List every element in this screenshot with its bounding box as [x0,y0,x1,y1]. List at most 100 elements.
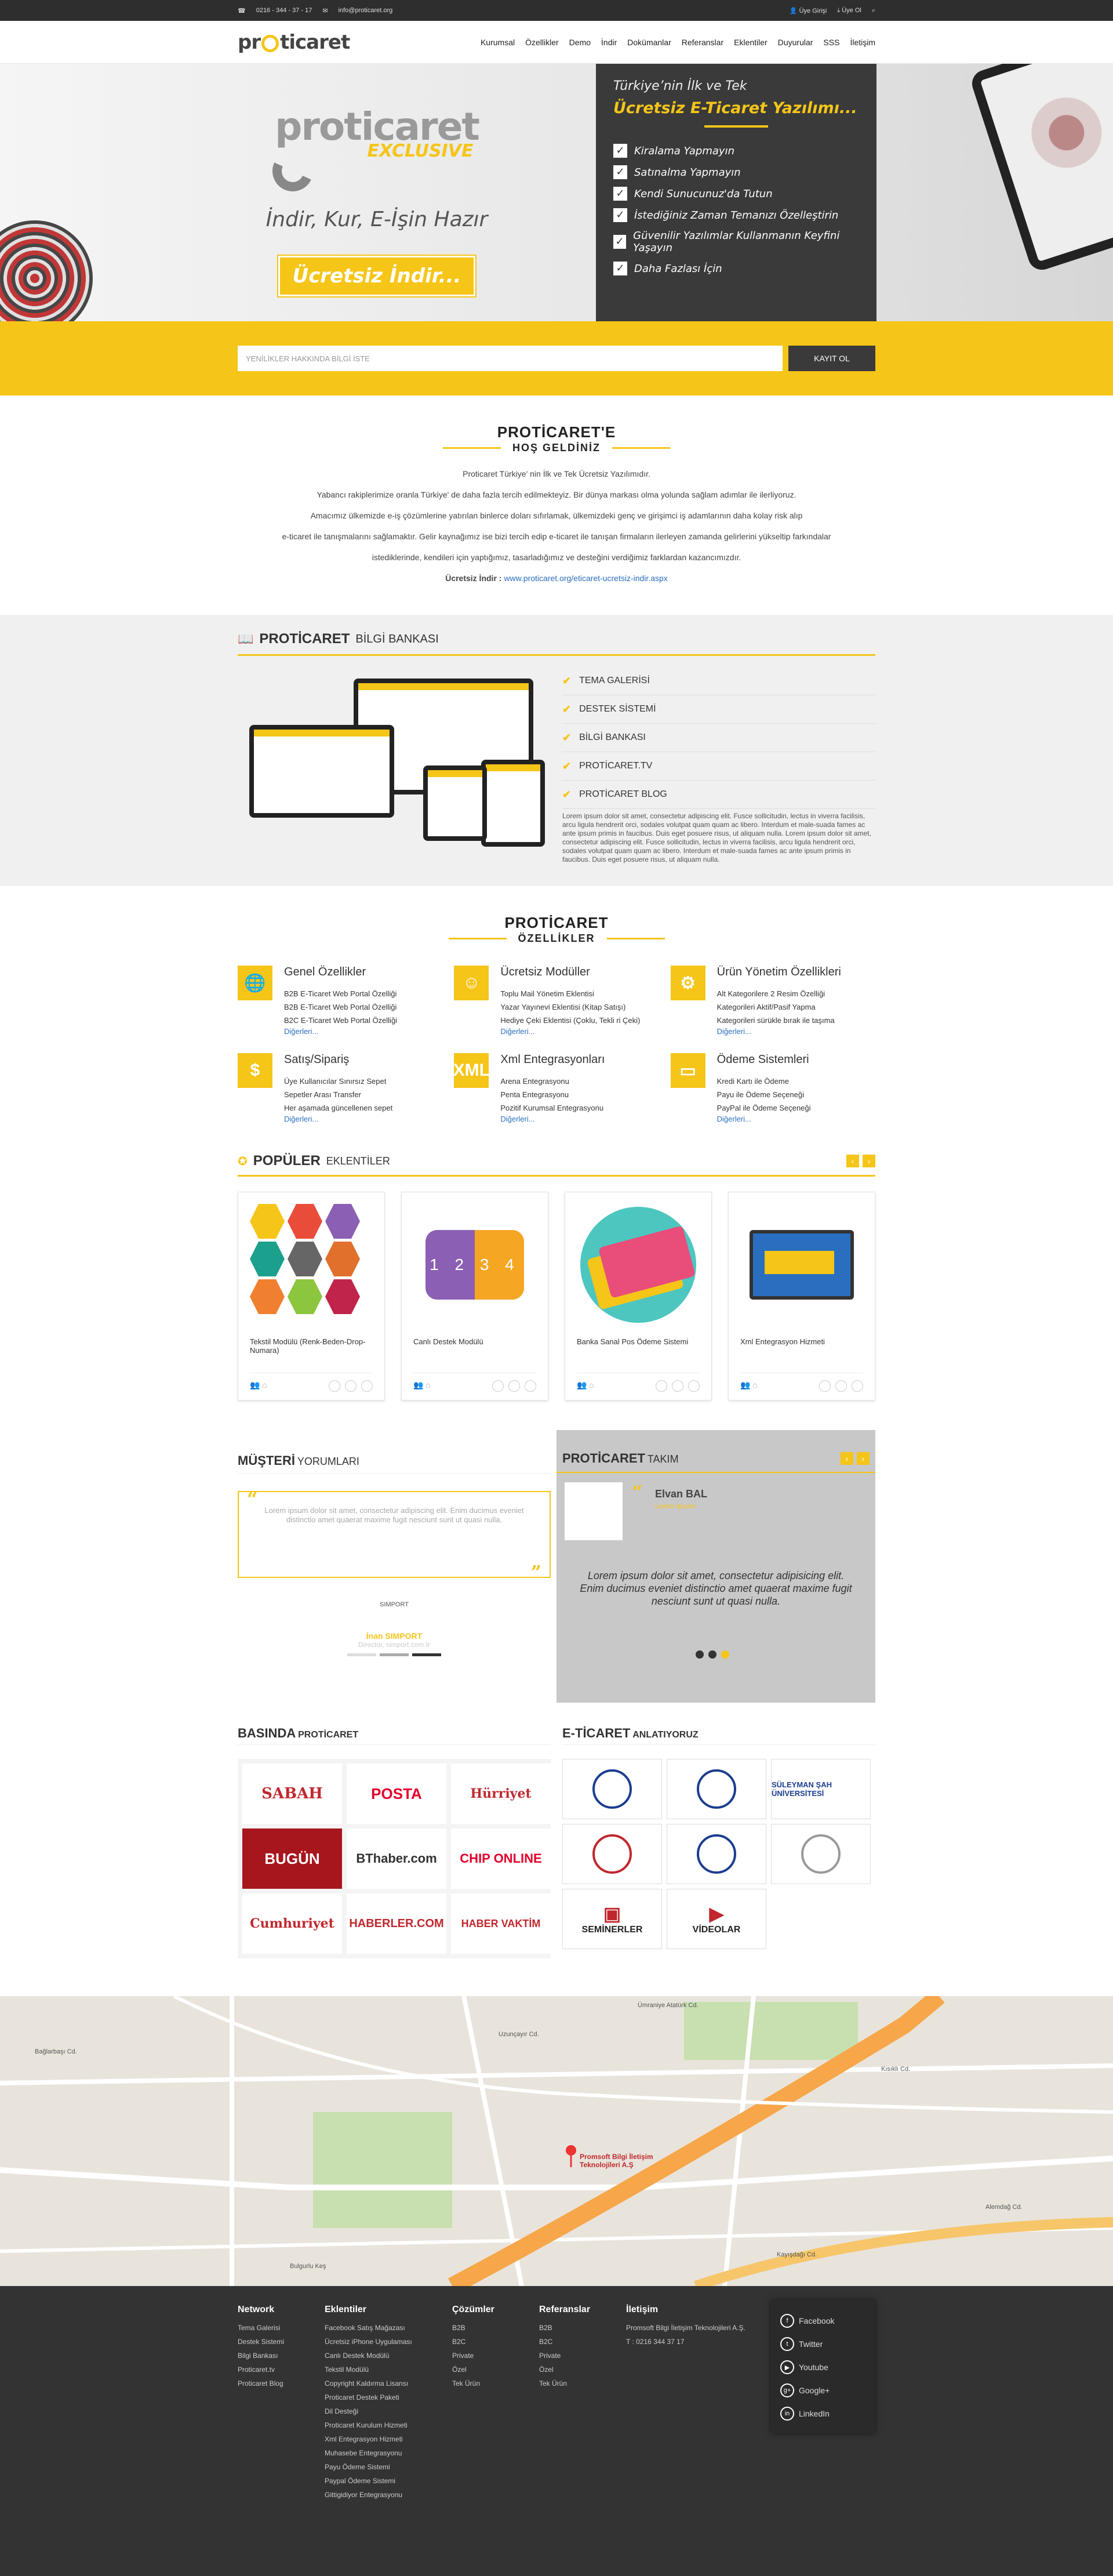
googleplus-icon[interactable] [525,1380,536,1392]
facebook-icon[interactable] [819,1380,831,1392]
nav-dokumanlar[interactable]: Dokümanlar [627,38,671,47]
facebook-icon[interactable] [329,1380,340,1392]
register-link[interactable]: ⤓ Üye Ol [837,7,861,14]
googleplus-link[interactable]: g+ Google+ [780,2379,866,2402]
more-link[interactable]: Diğerleri... [500,1115,605,1123]
kb-item[interactable]: ✔ PROTİCARET.TV [562,752,875,781]
nav-sss[interactable]: SSS [823,38,839,47]
slider-dot[interactable] [412,1653,441,1656]
kb-item[interactable]: ✔ BİLGİ BANKASI [562,724,875,752]
footer-link[interactable]: Ücretsiz iPhone Uygulaması [325,2335,435,2349]
googleplus-icon[interactable] [688,1380,700,1392]
feature-title[interactable]: Ücretsiz Modüller [500,966,640,979]
footer-link[interactable]: B2B [539,2321,609,2335]
university-logo[interactable] [667,1759,766,1819]
more-link[interactable]: Diğerleri... [717,1027,841,1036]
twitter-icon[interactable] [672,1380,683,1392]
press-logo[interactable]: POSTA [347,1764,446,1824]
facebook-icon[interactable] [656,1380,667,1392]
nav-kurumsal[interactable]: Kurumsal [481,38,515,47]
location-map[interactable]: Promsoft Bilgi İletişim Teknolojileri A.… [0,1996,1113,2286]
feature-title[interactable]: Ürün Yönetim Özellikleri [717,966,841,979]
footer-link[interactable]: Paypal Ödeme Sistemi [325,2474,435,2488]
footer-link[interactable]: Payu Ödeme Sistemi [325,2460,435,2474]
footer-link[interactable]: Canlı Destek Modülü [325,2349,435,2363]
nav-ozellikler[interactable]: Özellikler [525,38,559,47]
team-next-button[interactable]: › [857,1452,870,1465]
login-link[interactable]: 👤 Üye Girişi [790,7,827,14]
hero-item[interactable]: ✓ Daha Fazlası İçin [613,262,859,275]
topbar-email[interactable]: info@proticaret.org [339,7,393,14]
press-logo[interactable]: BThaber.com [347,1828,446,1889]
newsletter-input[interactable]: YENİLİKLER HAKKINDA BİLGİ İSTE [238,346,783,371]
press-logo[interactable]: HABER VAKTİM [451,1893,551,1954]
press-logo[interactable]: HABERLER.COM [347,1893,446,1954]
plugin-card[interactable]: Tekstil Modülü (Renk-Beden-Drop-Numara) … [238,1192,385,1401]
footer-link[interactable]: Tema Galerisi [238,2321,307,2335]
feature-title[interactable]: Xml Entegrasyonları [500,1053,605,1066]
more-link[interactable]: Diğerleri... [284,1027,397,1036]
press-logo[interactable]: Cumhuriyet [242,1893,342,1954]
footer-link[interactable]: Facebook Satış Mağazası [325,2321,435,2335]
footer-link[interactable]: Proticaret Blog [238,2377,307,2390]
footer-link[interactable]: Tek Ürün [452,2377,522,2390]
nav-indir[interactable]: İndir [601,38,617,47]
register-button[interactable]: KAYIT OL [788,346,875,371]
youtube-link[interactable]: ▶ Youtube [780,2356,866,2379]
facebook-icon[interactable] [492,1380,504,1392]
footer-link[interactable]: Proticaret Destek Paketi [325,2390,435,2404]
footer-link[interactable]: Özel [539,2363,609,2377]
footer-link[interactable]: Copyright Kaldırma Lisansı [325,2377,435,2390]
videos-button[interactable]: ▶ VİDEOLAR [667,1889,766,1949]
seminars-button[interactable]: ▣ SEMİNERLER [562,1889,662,1949]
slider-dot[interactable] [380,1653,409,1656]
more-link[interactable]: Diğerleri... [284,1115,392,1123]
press-logo[interactable]: SABAH [242,1764,342,1824]
twitter-icon[interactable] [508,1380,520,1392]
university-logo[interactable] [562,1759,662,1819]
footer-link[interactable]: Promsoft Bilgi İletişim Teknolojileri A.… [626,2321,759,2335]
nav-referanslar[interactable]: Referanslar [682,38,723,47]
press-logo[interactable]: CHIP ONLINE [451,1828,551,1889]
more-link[interactable]: Diğerleri... [717,1115,811,1123]
slider-dot[interactable] [347,1653,376,1656]
kb-item[interactable]: ✔ DESTEK SİSTEMİ [562,695,875,724]
slider-dot[interactable] [708,1650,716,1659]
footer-link[interactable]: B2C [539,2335,609,2349]
more-link[interactable]: Diğerleri... [500,1027,640,1036]
twitter-icon[interactable] [345,1380,357,1392]
footer-link[interactable]: Xml Entegrasyon Hizmeti [325,2432,435,2446]
feature-title[interactable]: Genel Özellikler [284,966,397,979]
footer-link[interactable]: Private [452,2349,522,2363]
footer-link[interactable]: Tek Ürün [539,2377,609,2390]
footer-link[interactable]: Bilgi Bankası [238,2349,307,2363]
site-logo[interactable]: pr ticaret [238,31,350,54]
googleplus-icon[interactable] [852,1380,863,1392]
kb-item[interactable]: ✔ TEMA GALERİSİ [562,667,875,695]
footer-link[interactable]: Dil Desteği [325,2404,435,2418]
footer-link[interactable]: Destek Sistemi [238,2335,307,2349]
plugin-card[interactable]: Xml Entegrasyon Hizmeti 👥 ⌂ [728,1192,875,1401]
footer-link[interactable]: Tekstil Modülü [325,2363,435,2377]
team-prev-button[interactable]: ‹ [841,1452,853,1465]
university-logo[interactable] [771,1824,871,1884]
googleplus-icon[interactable] [361,1380,373,1392]
footer-link[interactable]: Proticaret.tv [238,2363,307,2377]
footer-link[interactable]: Muhasebe Entegrasyonu [325,2446,435,2460]
university-logo[interactable] [562,1824,662,1884]
nav-demo[interactable]: Demo [569,38,591,47]
twitter-icon[interactable] [835,1380,847,1392]
footer-link[interactable]: B2B [452,2321,522,2335]
footer-link[interactable]: T : 0216 344 37 17 [626,2335,759,2349]
next-arrow-button[interactable]: › [863,1155,875,1167]
map-pin-label[interactable]: Promsoft Bilgi İletişim Teknolojileri A.… [580,2153,661,2169]
press-logo[interactable]: Hürriyet [451,1764,551,1824]
facebook-link[interactable]: f Facebook [780,2309,866,2332]
nav-iletisim[interactable]: İletişim [850,38,875,47]
footer-link[interactable]: B2C [452,2335,522,2349]
slider-dot[interactable] [721,1650,729,1659]
footer-link[interactable]: Özel [452,2363,522,2377]
footer-link[interactable]: Proticaret Kurulum Hizmeti [325,2418,435,2432]
search-icon[interactable]: ⌕ [872,7,875,14]
nav-eklentiler[interactable]: Eklentiler [734,38,768,47]
